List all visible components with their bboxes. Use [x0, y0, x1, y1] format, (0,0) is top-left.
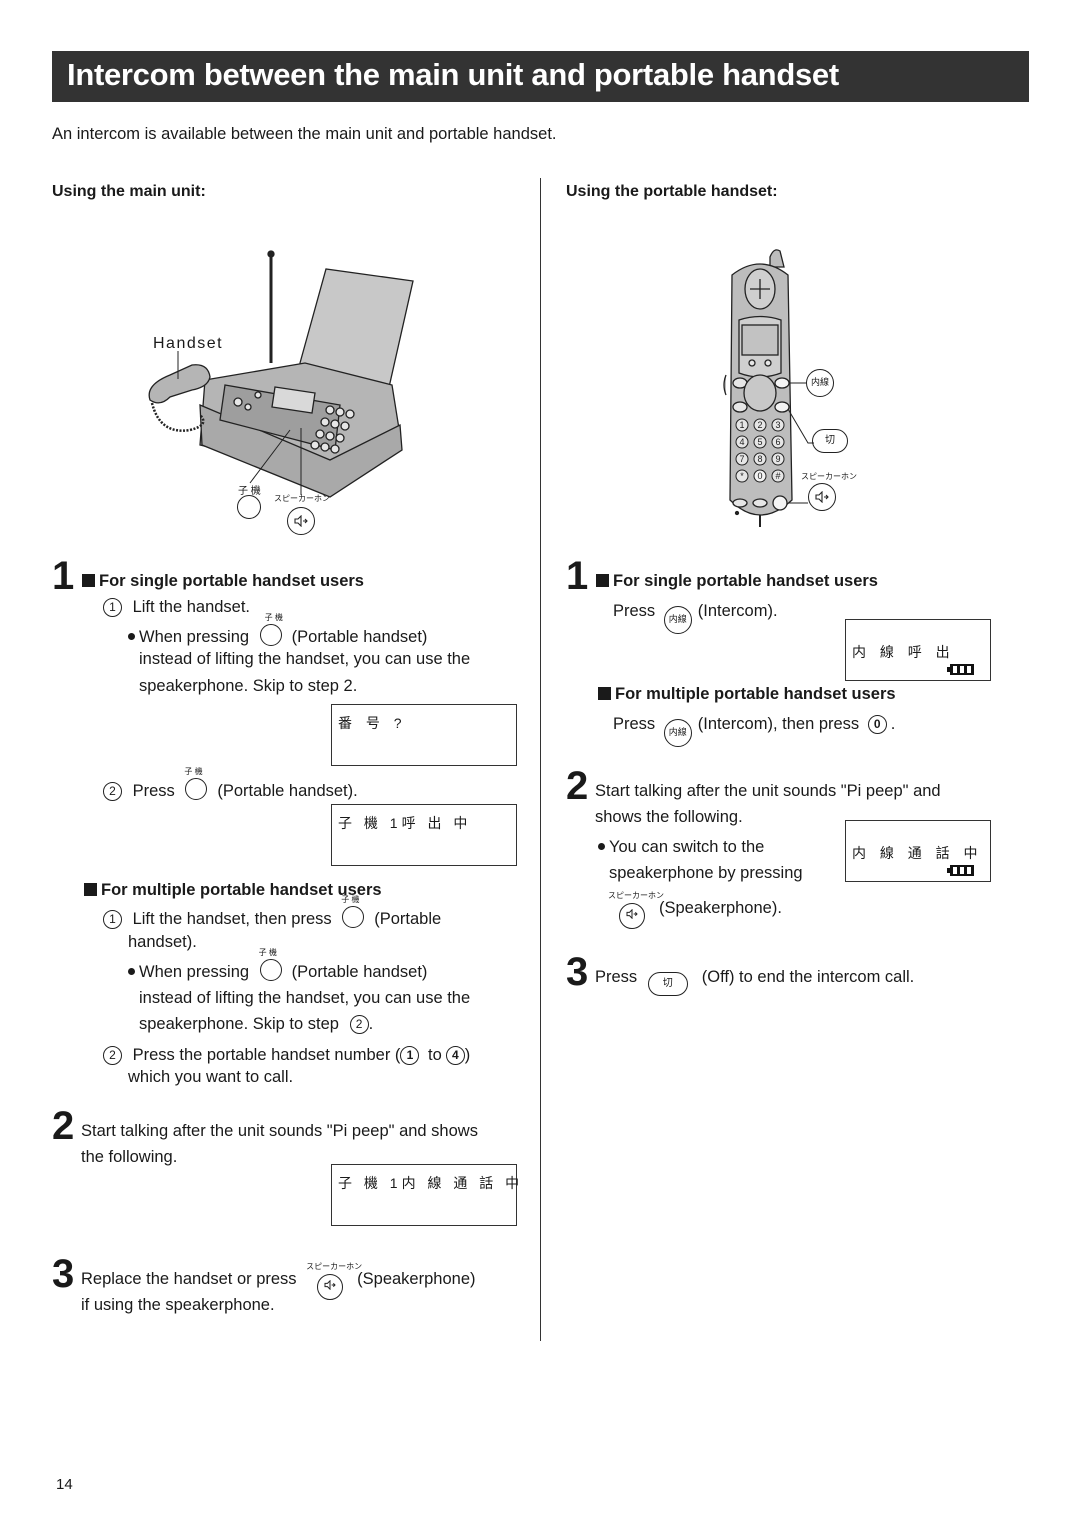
- svg-text:8: 8: [757, 454, 762, 464]
- speaker-icon: [294, 514, 308, 528]
- portable-handset-button[interactable]: [237, 495, 261, 519]
- intro-text: An intercom is available between the mai…: [52, 125, 557, 143]
- intercom-button-inline: 内線: [663, 719, 692, 747]
- svg-text:1: 1: [739, 420, 744, 430]
- left-step-3-number: 3: [52, 1252, 75, 1296]
- handset-speakerphone-caption: スピーカーホン: [801, 472, 857, 481]
- portable-handset-button-inline: 子 機: [184, 767, 208, 800]
- left-single-bullet: When pressing (Portable handset): [128, 624, 427, 647]
- off-button[interactable]: 切: [812, 429, 848, 453]
- right-step-2-bullet-line2: speakerphone by pressing: [609, 864, 803, 882]
- square-bullet-icon: [84, 883, 97, 896]
- portable-handset-button-inline: 子 機: [259, 948, 282, 981]
- handset-label: Handset: [153, 335, 224, 352]
- handset-speakerphone-button[interactable]: [808, 483, 836, 511]
- lcd-display-calling: 子 機 1呼 出 中: [331, 804, 517, 866]
- bullet-icon: [128, 968, 135, 975]
- circled-number: 2: [103, 782, 122, 801]
- svg-text:7: 7: [739, 454, 744, 464]
- left-multi-substep-2-line2: which you want to call.: [128, 1068, 294, 1086]
- circled-number: 1: [103, 910, 122, 929]
- left-single-bullet-line2: instead of lifting the handset, you can …: [139, 650, 471, 668]
- lcd-display-intercom-talking-handset: 内 線 通 話 中: [845, 820, 991, 882]
- off-button-inline: 切: [647, 972, 688, 996]
- intercom-button-inline: 内線: [663, 606, 692, 634]
- speaker-icon: [626, 908, 638, 920]
- right-single-heading: For single portable handset users: [596, 572, 878, 591]
- left-multi-line2: handset).: [128, 933, 197, 951]
- right-step-2-bullet-line3: スピーカーホン (Speakerphone).: [608, 891, 782, 929]
- svg-text:0: 0: [757, 471, 762, 481]
- left-step-2-line2: the following.: [81, 1148, 178, 1166]
- speakerphone-button[interactable]: [287, 507, 315, 535]
- main-unit-heading: Using the main unit:: [52, 183, 206, 200]
- portable-handset-illustration: 1 2 3 4 5 6 7 8 9 * 0 # 内線 切 スピーカーホン: [712, 245, 872, 530]
- right-multi-heading: For multiple portable handset users: [598, 685, 896, 704]
- left-multi-substep-1: 1 Lift the handset, then press 子 機 (Porta…: [103, 895, 441, 929]
- bullet-icon: [598, 843, 605, 850]
- svg-text:#: #: [775, 471, 780, 481]
- circled-number: 2: [349, 1015, 369, 1034]
- svg-text:5: 5: [757, 437, 762, 447]
- svg-text:3: 3: [775, 420, 780, 430]
- key-0-icon: 0: [867, 715, 887, 734]
- battery-full-icon: [947, 664, 974, 675]
- page-title-bar: Intercom between the main unit and porta…: [52, 51, 1029, 102]
- key-1-icon: 1: [400, 1046, 420, 1065]
- left-step-1-number: 1: [52, 554, 75, 598]
- portable-handset-button-inline: [259, 624, 282, 646]
- svg-text:*: *: [740, 471, 744, 481]
- left-step-2-line1: Start talking after the unit sounds "Pi …: [81, 1122, 478, 1140]
- lcd-display-intercom-talking: 子 機 1内 線 通 話 中: [331, 1164, 519, 1226]
- right-step-3-number: 3: [566, 950, 589, 994]
- speaker-icon: [324, 1279, 336, 1291]
- lcd-display-intercom-calling: 内 線 呼 出: [845, 619, 991, 681]
- svg-text:6: 6: [775, 437, 780, 447]
- speakerphone-button-inline: スピーカーホン: [306, 1262, 362, 1300]
- left-single-substep-2: 2 Press 子 機 (Portable handset).: [103, 767, 358, 801]
- page-number: 14: [56, 1476, 73, 1493]
- right-step-2-number: 2: [566, 764, 589, 808]
- right-multi-instruction: Press 内線 (Intercom), then press 0.: [613, 715, 895, 747]
- page-title: Intercom between the main unit and porta…: [67, 57, 839, 92]
- right-step-2-line1: Start talking after the unit sounds "Pi …: [595, 782, 941, 800]
- svg-text:9: 9: [775, 454, 780, 464]
- lcd-display-number-prompt: 番 号 ?: [331, 704, 517, 766]
- speakerphone-button-caption: スピーカーホン: [274, 494, 330, 503]
- battery-full-icon: [947, 865, 974, 876]
- left-single-heading: For single portable handset users: [82, 572, 364, 591]
- left-multi-line4: speakerphone. Skip to step 2.: [139, 1015, 374, 1034]
- handset-drawing: 1 2 3 4 5 6 7 8 9 * 0 #: [723, 249, 814, 527]
- left-single-bullet-line3: speakerphone. Skip to step 2.: [139, 677, 358, 695]
- bullet-icon: [128, 633, 135, 640]
- portable-caption: 子 機: [264, 613, 283, 622]
- circled-number: 1: [103, 598, 122, 617]
- speaker-icon: [815, 490, 829, 504]
- intercom-button[interactable]: 内線: [806, 369, 834, 397]
- left-single-substep-1: 1 Lift the handset. 子 機: [103, 598, 283, 622]
- left-step-3-line2: if using the speakerphone.: [81, 1296, 275, 1314]
- square-bullet-icon: [598, 687, 611, 700]
- square-bullet-icon: [596, 574, 609, 587]
- main-unit-illustration: Handset 子 機 スピーカーホン: [130, 245, 420, 540]
- svg-text:2: 2: [757, 420, 762, 430]
- left-multi-heading: For multiple portable handset users: [84, 881, 382, 900]
- portable-handset-heading: Using the portable handset:: [566, 183, 778, 200]
- square-bullet-icon: [82, 574, 95, 587]
- speakerphone-button-inline: スピーカーホン: [608, 891, 664, 929]
- right-step-3-line: Press 切 (Off) to end the intercom call.: [595, 968, 914, 996]
- right-step-2-line2: shows the following.: [595, 808, 743, 826]
- left-multi-bullet: When pressing 子 機 (Portable handset): [128, 948, 427, 982]
- portable-handset-button-inline: 子 機: [341, 895, 365, 928]
- right-step-2-bullet: You can switch to the: [598, 838, 764, 857]
- left-multi-line3: instead of lifting the handset, you can …: [139, 989, 471, 1007]
- column-divider: [540, 178, 541, 1341]
- key-4-icon: 4: [445, 1046, 465, 1065]
- left-step-2-number: 2: [52, 1104, 75, 1148]
- right-step-1-number: 1: [566, 554, 589, 598]
- svg-text:4: 4: [739, 437, 744, 447]
- right-single-instruction: Press 内線 (Intercom).: [613, 602, 778, 634]
- circled-number: 2: [103, 1046, 122, 1065]
- left-multi-substep-2: 2 Press the portable handset number (1 t…: [103, 1046, 470, 1065]
